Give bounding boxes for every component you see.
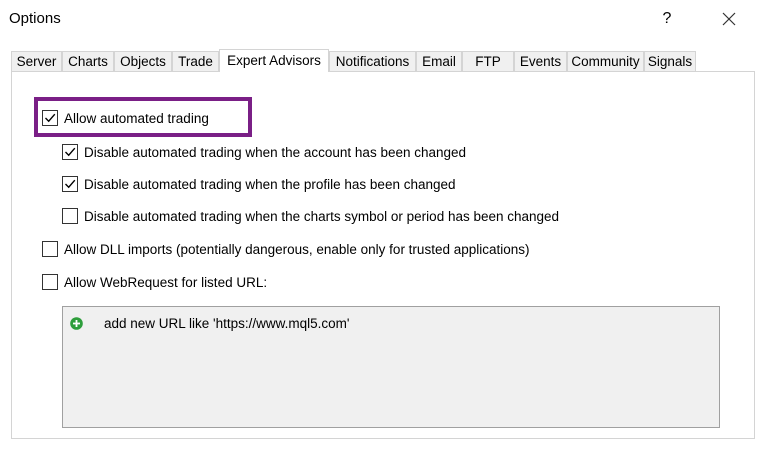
tab-expert-advisors[interactable]: Expert Advisors [219, 49, 329, 72]
allow-webrequest-label: Allow WebRequest for listed URL: [64, 275, 268, 290]
tab-email[interactable]: Email [416, 51, 462, 71]
tab-signals[interactable]: Signals [644, 51, 696, 71]
allow-webrequest-checkbox[interactable] [42, 274, 58, 290]
close-icon [722, 12, 736, 26]
title-bar: Options ? [0, 0, 767, 40]
url-list[interactable]: add new URL like 'https://www.mql5.com' [62, 306, 720, 428]
disable-profile-changed-label: Disable automated trading when the profi… [84, 177, 456, 192]
allow-dll-imports-checkbox[interactable] [42, 241, 58, 257]
help-button[interactable]: ? [655, 6, 679, 32]
allow-automated-trading-label: Allow automated trading [64, 111, 209, 126]
disable-account-changed-checkbox[interactable] [62, 144, 78, 160]
plus-circle-icon [70, 317, 83, 330]
check-icon [65, 147, 76, 157]
close-button[interactable] [716, 6, 742, 32]
allow-dll-imports-label: Allow DLL imports (potentially dangerous… [64, 242, 530, 257]
disable-symbol-changed-label: Disable automated trading when the chart… [84, 209, 560, 224]
window-title: Options [9, 10, 61, 27]
tab-events[interactable]: Events [514, 51, 567, 71]
check-icon [65, 179, 76, 189]
tab-server[interactable]: Server [11, 51, 62, 71]
add-url-label: add new URL like 'https://www.mql5.com' [104, 316, 350, 331]
tab-charts[interactable]: Charts [62, 51, 114, 71]
tab-notifications[interactable]: Notifications [329, 51, 416, 71]
tab-ftp[interactable]: FTP [462, 51, 514, 71]
tab-community[interactable]: Community [567, 51, 644, 71]
disable-account-changed-label: Disable automated trading when the accou… [84, 145, 467, 160]
disable-profile-changed-checkbox[interactable] [62, 176, 78, 192]
tab-trade[interactable]: Trade [172, 51, 219, 71]
disable-symbol-changed-checkbox[interactable] [62, 208, 78, 224]
check-icon [45, 113, 56, 123]
allow-automated-trading-checkbox[interactable] [42, 110, 58, 126]
tab-objects[interactable]: Objects [114, 51, 172, 71]
